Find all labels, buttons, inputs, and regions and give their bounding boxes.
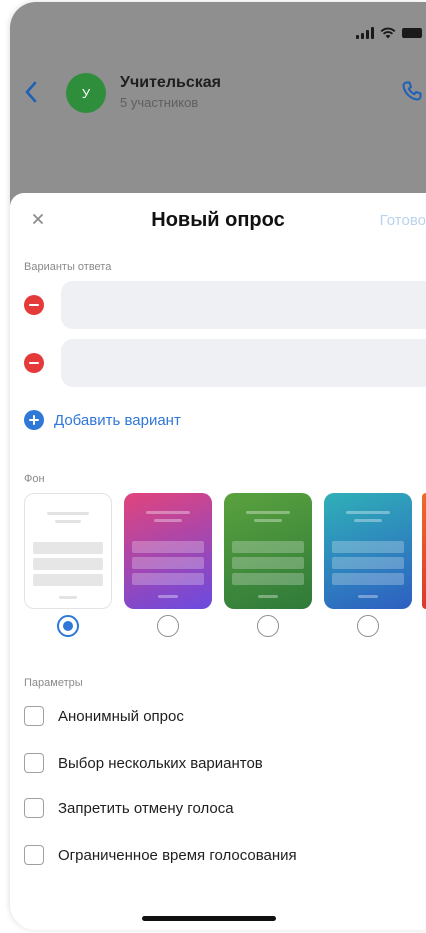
background-radio-teal-blue[interactable] — [357, 615, 379, 637]
param-label: Запретить отмену голоса — [58, 799, 234, 817]
chat-member-count: 5 участников — [120, 95, 199, 110]
background-option-white[interactable] — [24, 493, 112, 609]
background-radio-white[interactable] — [57, 615, 79, 637]
phone-screen: У Учительская 5 участников Новый опрос Г… — [10, 2, 426, 930]
sheet-title: Новый опрос — [151, 209, 285, 231]
param-multiple-choice[interactable]: Выбор нескольких вариантов — [24, 753, 263, 773]
answer-option-row — [10, 339, 426, 387]
add-option-label: Добавить вариант — [54, 411, 181, 429]
params-section-label: Параметры — [24, 677, 83, 689]
answer-option-row — [10, 281, 426, 329]
signal-icon — [356, 27, 374, 39]
add-option-button[interactable]: Добавить вариант — [24, 410, 181, 430]
plus-icon — [24, 410, 44, 430]
chat-header: У Учительская 5 участников — [10, 64, 426, 124]
phone-icon[interactable] — [400, 79, 424, 103]
answer-option-input[interactable] — [61, 339, 426, 387]
new-poll-sheet: Новый опрос Готово Варианты ответа Добав… — [10, 193, 426, 930]
chat-title: Учительская — [120, 74, 221, 91]
param-label: Выбор нескольких вариантов — [58, 754, 263, 772]
background-option-orange[interactable] — [422, 493, 426, 609]
checkbox[interactable] — [24, 845, 44, 865]
avatar[interactable]: У — [66, 73, 106, 113]
param-forbid-vote-cancel[interactable]: Запретить отмену голоса — [24, 798, 234, 818]
battery-icon — [402, 28, 422, 38]
background-radio-green[interactable] — [257, 615, 279, 637]
back-chevron-icon[interactable] — [24, 80, 38, 104]
background-option-teal-blue[interactable] — [324, 493, 412, 609]
checkbox[interactable] — [24, 706, 44, 726]
done-button[interactable]: Готово — [380, 212, 426, 229]
checkbox[interactable] — [24, 798, 44, 818]
background-radio-pink-purple[interactable] — [157, 615, 179, 637]
background-section-label: Фон — [24, 473, 45, 485]
remove-option-icon[interactable] — [24, 295, 44, 315]
answers-section-label: Варианты ответа — [24, 261, 112, 273]
checkbox[interactable] — [24, 753, 44, 773]
background-option-green[interactable] — [224, 493, 312, 609]
status-bar — [356, 24, 426, 42]
home-indicator — [142, 916, 276, 921]
param-anonymous[interactable]: Анонимный опрос — [24, 706, 184, 726]
chat-background-overlay: У Учительская 5 участников — [10, 2, 426, 217]
param-limited-time[interactable]: Ограниченное время голосования — [24, 845, 297, 865]
param-label: Анонимный опрос — [58, 707, 184, 725]
answer-option-input[interactable] — [61, 281, 426, 329]
remove-option-icon[interactable] — [24, 353, 44, 373]
background-option-pink-purple[interactable] — [124, 493, 212, 609]
wifi-icon — [380, 27, 396, 39]
param-label: Ограниченное время голосования — [58, 846, 297, 864]
